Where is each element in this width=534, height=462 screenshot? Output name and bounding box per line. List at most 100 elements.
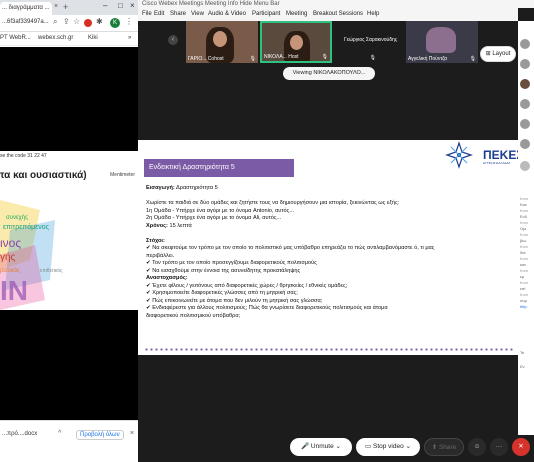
activity-line-text: ✔ Έχετε φίλους / γειτόνους από διαφορετι… <box>146 282 348 289</box>
activity-line-text <box>146 193 148 199</box>
download-bar: ...πρό....docx ^ Προβολή όλων × <box>0 420 138 462</box>
menu-share[interactable]: Share <box>170 11 186 17</box>
cloud-word: επιτρεπόμενος <box>3 224 50 231</box>
browser-tab[interactable]: ... διαγράμματα ... <box>0 2 52 15</box>
layout-button[interactable]: ⊞ Layout <box>480 46 516 62</box>
activity-line-text: Χωρίστε τα παιδιά σε δύο ομάδες και ζητή… <box>146 200 400 206</box>
activity-line-text <box>146 230 148 236</box>
mentimeter-slide: τα και ουσιαστικά) Mentimeter συνεχής επ… <box>0 160 138 310</box>
activity-line: ✔ Να εισαχθούμε στην έννοια της ασυνείδη… <box>146 268 516 276</box>
menu-meeting[interactable]: Meeting <box>286 11 307 17</box>
menu-participant[interactable]: Participant <box>252 11 280 17</box>
pekes-logo-text: ΠΕΚΕΣ <box>483 148 518 162</box>
activity-line-text: 1η Ομάδα - Υπήρχε ένα αγόρι με το όνομα … <box>146 207 295 214</box>
webex-meeting-window: Cisco Webex Meetings Meeting Info Hide M… <box>138 0 534 462</box>
download-bar-close-icon[interactable]: × <box>130 430 134 437</box>
address-bar[interactable]: ...6f3af339497a... ⌕ ⇪ ☆ ✱ K ⋮ <box>0 15 138 32</box>
menu-audio-video[interactable]: Audio & Video <box>208 11 246 17</box>
stage-empty-area <box>138 355 518 435</box>
activity-line: Στόχοι: <box>146 238 516 246</box>
activity-line-label: Εισαγωγή: <box>146 185 175 191</box>
star-icon[interactable]: ☆ <box>73 17 80 26</box>
leave-meeting-button[interactable]: ✕ <box>512 438 530 456</box>
activity-line <box>146 230 516 238</box>
viewing-share-indicator[interactable]: Viewing ΝΙΚΟΛΑΚΟΠΟΥΛΟ... <box>283 67 375 80</box>
participant-video <box>426 27 456 53</box>
avatar[interactable] <box>520 39 530 49</box>
activity-body: Εισαγωγή: Δραστηριότητα 5 Χωρίστε τα παι… <box>146 185 516 320</box>
extensions-puzzle-icon[interactable]: ✱ <box>96 17 103 26</box>
avatar[interactable] <box>520 59 530 69</box>
show-all-downloads-button[interactable]: Προβολή όλων <box>76 430 124 440</box>
activity-line-text: ✔ Τον τρόπο με τον οποίο προσεγγίζουμε δ… <box>146 260 317 266</box>
tab-close-icon[interactable]: × <box>54 3 58 10</box>
window-close-button[interactable]: × <box>130 1 135 10</box>
mic-muted-icon: 🎙 <box>369 55 376 61</box>
bookmark-item[interactable]: webex.sch.gr <box>38 35 73 41</box>
layout-label: Layout <box>492 51 511 57</box>
extension-icon[interactable] <box>84 19 92 27</box>
activity-line: Αναστοχασμός: <box>146 275 516 283</box>
menu-view[interactable]: View <box>191 11 204 17</box>
reactions-button[interactable]: ☺ <box>468 438 486 456</box>
activity-line-text: ✔ Ενδιαφέρεστε για άλλους πολιτισμούς; Π… <box>146 305 388 311</box>
webex-title-bar: Cisco Webex Meetings Meeting Info Hide M… <box>138 0 534 8</box>
bookmarks-more-icon[interactable]: » <box>128 35 131 41</box>
chevron-left-icon[interactable]: ‹ <box>168 35 178 45</box>
activity-line-text <box>165 238 167 244</box>
address-text[interactable]: ...6f3af339497a... <box>2 19 49 25</box>
minimize-button[interactable]: – <box>103 1 107 10</box>
participant-name: Γεώργιος Σαρακινούδης <box>344 37 398 43</box>
avatar[interactable] <box>520 79 530 89</box>
bookmark-item[interactable]: Kiki <box>88 35 98 41</box>
search-icon[interactable]: ⌕ <box>53 17 57 27</box>
activity-line-text: ✔ Πώς επικοινωνείτε με άτομα που δεν μιλ… <box>146 297 323 304</box>
participant-name: ΝΙΚΟΛΑ... Host <box>264 54 299 60</box>
bookmarks-bar: PT WebR... webex.sch.gr Kiki » <box>0 32 138 46</box>
unmute-button[interactable]: 🎤 Unmute ⌄ <box>290 438 352 456</box>
mic-icon: 🎙 <box>469 56 476 62</box>
panel-footer-text: Te <box>520 350 525 355</box>
activity-line: ✔ Τον τρόπο με τον οποίο προσεγγίζουμε δ… <box>146 260 516 268</box>
menu-edit[interactable]: Edit <box>154 11 164 17</box>
menu-help[interactable]: Help <box>367 11 379 17</box>
avatar[interactable] <box>520 139 530 149</box>
activity-line: Χρόνος: 15 λεπτά <box>146 223 516 231</box>
maximize-button[interactable]: □ <box>118 1 123 10</box>
menu-breakout-sessions[interactable]: Breakout Sessions <box>313 11 363 17</box>
participant-video-tile[interactable]: ΓΑΡΙΟ... Cohost 🎙 <box>186 21 258 63</box>
side-panel: from Kav from Ενδ from Ομι from βιω from διά from κ… <box>518 21 534 435</box>
browser-tab-strip: ... διαγράμματα ... × + – □ × <box>0 0 138 15</box>
activity-line: 2η Ομάδα - Υπήρχε ένα αγόρι με το όνομα … <box>146 215 516 223</box>
share-icon[interactable]: ⇪ <box>63 17 70 26</box>
participant-video-tile[interactable]: Γεώργιος Σαρακινούδης 🎙 <box>334 21 406 63</box>
kebab-menu-icon[interactable]: ⋮ <box>125 17 133 26</box>
participant-name: Αγγελική Πούντζα <box>408 56 448 62</box>
download-item[interactable]: ...πρό....docx <box>2 431 37 437</box>
participant-video-tile[interactable]: Αγγελική Πούντζα 🎙 <box>406 21 478 63</box>
stop-video-button[interactable]: ▭ Stop video ⌄ <box>356 438 420 456</box>
participant-video-tile-active[interactable]: ΝΙΚΟΛΑ... Host 🎙 <box>260 21 332 63</box>
avatar[interactable] <box>520 99 530 109</box>
share-button[interactable]: ⬆ Share <box>424 438 464 456</box>
menu-file[interactable]: File <box>142 11 152 17</box>
cloud-word: γής <box>0 252 16 263</box>
bookmark-item[interactable]: PT WebR... <box>0 35 31 41</box>
pekes-logo-subtext: ΔΥΤΙΚΗΣ ΕΛΛΑΔΑΣ <box>483 161 511 165</box>
activity-line: ✔ Έχετε φίλους / γειτόνους από διαφορετι… <box>146 283 516 291</box>
chevron-up-icon[interactable]: ^ <box>58 430 61 437</box>
profile-avatar[interactable]: K <box>110 18 120 28</box>
cloud-word: επιθετικός <box>40 268 63 274</box>
activity-line-text: 15 λεπτά <box>167 222 192 229</box>
new-tab-button[interactable]: + <box>63 2 68 12</box>
activity-line: Χωρίστε τα παιδιά σε δύο ομάδες και ζητή… <box>146 200 516 208</box>
page-blank-area <box>0 47 138 151</box>
more-options-button[interactable]: ··· <box>490 438 508 456</box>
activity-line: Εισαγωγή: Δραστηριότητα 5 <box>146 185 516 193</box>
activity-line: ✔ Ενδιαφέρεστε για άλλους πολιτισμούς; Π… <box>146 305 516 313</box>
activity-line-label: Στόχοι: <box>146 237 165 244</box>
avatar[interactable] <box>520 119 530 129</box>
avatar[interactable] <box>520 161 530 171</box>
activity-line: 1η Ομάδα - Υπήρχε ένα αγόρι με το όνομα … <box>146 208 516 216</box>
activity-line-text: περιβάλλει. <box>146 252 175 259</box>
